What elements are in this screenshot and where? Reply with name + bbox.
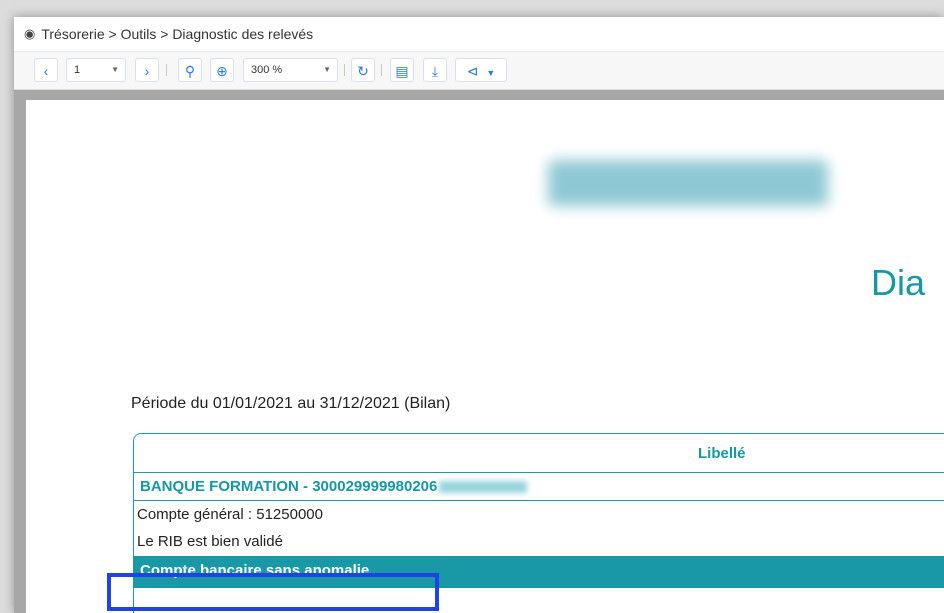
table-row: Le RIB est bien validé (134, 528, 944, 556)
share-icon: ⊲ (466, 63, 479, 79)
print-button[interactable]: ▤ (390, 58, 414, 82)
download-button[interactable]: ⤓ (423, 58, 447, 82)
zoom-select[interactable]: 300 % ▼ (243, 58, 338, 82)
report-page: Dia Période du 01/01/2021 au 31/12/2021 … (26, 100, 944, 613)
toolbar-separator (381, 64, 382, 76)
eye-icon: ◉ (24, 26, 36, 41)
report-toolbar: ‹ 1 ▼ › ⚲ ⊕ 300 % ▼ ↻ ▤ ⤓ ⊲ ▼ (14, 52, 944, 90)
report-title: Dia (871, 262, 926, 303)
breadcrumb: ◉ Trésorerie > Outils > Diagnostic des r… (14, 17, 944, 52)
toolbar-separator (344, 64, 345, 76)
report-window: ◉ Trésorerie > Outils > Diagnostic des r… (14, 17, 944, 613)
table-header-libelle: Libellé (698, 445, 746, 462)
compte-general-label: Compte général : 51250000 (137, 506, 323, 523)
rib-status-label: Le RIB est bien validé (137, 533, 283, 550)
table-row: Compte général : 51250000 (134, 501, 944, 529)
chevron-down-icon: ▼ (486, 68, 496, 78)
report-viewer[interactable]: Dia Période du 01/01/2021 au 31/12/2021 … (14, 90, 944, 613)
periode-text: Période du 01/01/2021 au 31/12/2021 (Bil… (131, 395, 451, 412)
bank-account-row: BANQUE FORMATION - 300029999980206 (134, 473, 944, 501)
zoom-out-icon: ⚲ (184, 63, 196, 79)
bank-account-label: BANQUE FORMATION - 300029999980206 (140, 478, 438, 495)
chevron-down-icon: ▼ (323, 65, 331, 74)
page-select[interactable]: 1 ▼ (66, 58, 126, 82)
previous-page-button[interactable]: ‹ (34, 58, 58, 82)
chevron-left-icon: ‹ (43, 63, 49, 79)
breadcrumb-text: Trésorerie > Outils > Diagnostic des rel… (41, 26, 314, 42)
chevron-down-icon: ▼ (111, 65, 119, 74)
chevron-right-icon: › (144, 63, 150, 79)
page-number-value: 1 (74, 64, 81, 76)
zoom-in-icon: ⊕ (216, 63, 228, 79)
highlight-box (107, 573, 439, 611)
company-logo-redacted (548, 160, 828, 206)
redacted-account-number (439, 481, 528, 494)
toolbar-separator (166, 64, 167, 76)
zoom-value: 300 % (251, 64, 283, 76)
next-page-button[interactable]: › (135, 58, 159, 82)
download-icon: ⤓ (431, 63, 439, 79)
share-button[interactable]: ⊲ ▼ (455, 58, 507, 82)
zoom-out-button[interactable]: ⚲ (178, 58, 202, 82)
table-header: Libellé (134, 434, 944, 473)
zoom-in-button[interactable]: ⊕ (210, 58, 234, 82)
refresh-icon: ↻ (357, 63, 369, 79)
print-icon: ▤ (395, 63, 409, 79)
refresh-button[interactable]: ↻ (351, 58, 375, 82)
